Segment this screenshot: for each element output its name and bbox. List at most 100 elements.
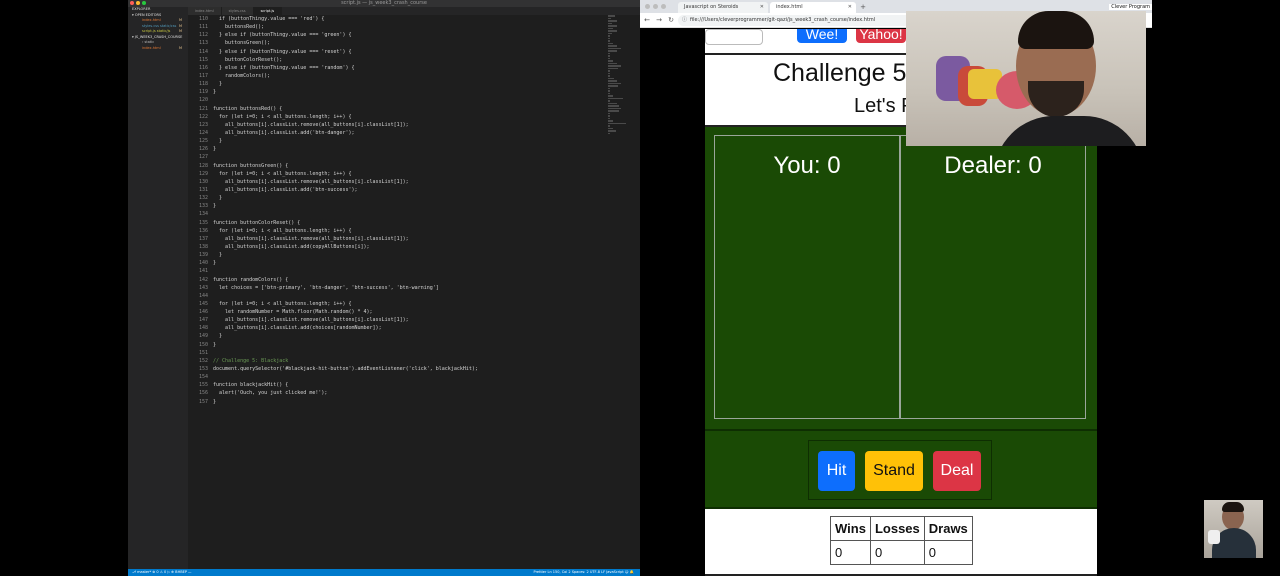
code-line[interactable]: function buttonColorReset() { (213, 219, 613, 227)
code-line[interactable] (213, 349, 613, 357)
code-text[interactable]: if (buttonThingy.value === 'red') { butt… (213, 15, 613, 406)
line-number: 121 (198, 105, 208, 112)
line-number: 118 (198, 81, 208, 88)
browser-minimize-button[interactable] (653, 4, 658, 9)
code-line[interactable]: } else if (buttonThingy.value === 'rando… (213, 64, 613, 72)
code-editor[interactable]: 110 111 112 113 114 115 116 117 118 119 120 121 122 1… (188, 15, 628, 569)
forward-button[interactable]: → (654, 15, 664, 26)
code-line[interactable]: } (213, 202, 613, 210)
code-line[interactable]: function blackjackHit() { (213, 381, 613, 389)
stand-button[interactable]: Stand (865, 451, 923, 491)
explorer-file-item[interactable]: index.html M (128, 46, 188, 52)
reload-button[interactable]: ↻ (666, 15, 676, 26)
status-bar-right[interactable]: Prettier Ln 150, Col 2 Spaces: 2 UTF-8 L… (534, 569, 634, 576)
line-number: 116 (198, 64, 208, 71)
dealer-score: Dealer: 0 (944, 152, 1042, 179)
hit-button[interactable]: Hit (818, 451, 855, 491)
code-line[interactable]: let randomNumber = Math.floor(Math.rando… (213, 308, 613, 316)
yahoo-button[interactable]: Yahoo! (856, 29, 906, 43)
outline-button-partial[interactable] (705, 29, 763, 45)
code-line[interactable]: all_buttons[i].classList.add(choices[ran… (213, 324, 613, 332)
line-number: 143 (198, 284, 208, 291)
code-line[interactable]: for (let i=0; i < all_buttons.length; i+… (213, 170, 613, 178)
code-line[interactable]: function buttonsRed() { (213, 105, 613, 113)
line-number: 133 (198, 203, 208, 210)
code-line[interactable]: buttonColorReset(); (213, 56, 613, 64)
code-line[interactable] (213, 267, 613, 275)
code-line[interactable]: randomColors(); (213, 72, 613, 80)
code-line[interactable]: } (213, 145, 613, 153)
code-line[interactable]: for (let i=0; i < all_buttons.length; i+… (213, 113, 613, 121)
close-tab-icon[interactable]: ✕ (848, 2, 852, 13)
back-button[interactable]: ← (642, 15, 652, 26)
code-line[interactable]: all_buttons[i].classList.remove(all_butt… (213, 316, 613, 324)
code-line[interactable]: } (213, 194, 613, 202)
code-line[interactable]: all_buttons[i].classList.remove(all_butt… (213, 235, 613, 243)
line-number: 124 (198, 129, 208, 136)
code-line[interactable]: all_buttons[i].classList.remove(all_butt… (213, 178, 613, 186)
line-number: 131 (198, 186, 208, 193)
code-line[interactable]: for (let i=0; i < all_buttons.length; i+… (213, 300, 613, 308)
minimap-line (608, 77, 614, 79)
code-line[interactable]: function buttonsGreen() { (213, 162, 613, 170)
line-number: 123 (198, 121, 208, 128)
code-line[interactable] (213, 373, 613, 381)
code-line[interactable]: } else if (buttonThingy.value === 'reset… (213, 48, 613, 56)
line-number: 144 (198, 292, 208, 299)
code-line[interactable]: } (213, 251, 613, 259)
browser-window-controls (645, 4, 666, 9)
code-line[interactable]: let choices = ['btn-primary', 'btn-dange… (213, 284, 613, 292)
code-line[interactable]: } (213, 88, 613, 96)
minimap-line (608, 72, 610, 74)
minimap-line (608, 60, 613, 62)
code-line[interactable]: all_buttons[i].classList.add(copyAllButt… (213, 243, 613, 251)
code-line[interactable]: if (buttonThingy.value === 'red') { (213, 15, 613, 23)
deal-button[interactable]: Deal (933, 451, 981, 491)
code-line[interactable]: } (213, 332, 613, 340)
person-shirt (994, 116, 1144, 146)
explorer-item-label: styles.css static/css (142, 23, 177, 28)
new-tab-button[interactable]: + (858, 3, 868, 12)
code-line[interactable] (213, 210, 613, 218)
losses-header: Losses (869, 516, 925, 541)
browser-close-button[interactable] (645, 4, 650, 9)
code-line[interactable] (213, 292, 613, 300)
code-line[interactable]: all_buttons[i].classList.remove(all_butt… (213, 121, 613, 129)
code-line[interactable]: function randomColors() { (213, 276, 613, 284)
browser-tab-javascript-on-steroids[interactable]: Javascript on Steroids ✕ (678, 2, 768, 13)
code-line[interactable]: } (213, 341, 613, 349)
code-line[interactable]: } (213, 80, 613, 88)
code-line[interactable]: } (213, 259, 613, 267)
code-line[interactable]: } (213, 137, 613, 145)
profile-label[interactable]: Clever Program (1109, 4, 1152, 10)
code-line[interactable]: alert('Ouch, you just clicked me!'); (213, 389, 613, 397)
code-line[interactable]: all_buttons[i].classList.add('btn-succes… (213, 186, 613, 194)
code-line[interactable] (213, 153, 613, 161)
site-info-icon[interactable]: ⓘ (682, 17, 687, 23)
explorer-item-label: ▾ JS_WEEK3_CRASH_COURSE (132, 34, 183, 39)
tab-script-js[interactable]: script.js (253, 7, 283, 15)
code-line[interactable]: all_buttons[i].classList.add('btn-danger… (213, 129, 613, 137)
close-tab-icon[interactable]: ✕ (760, 2, 764, 13)
picture-in-picture-webcam (1204, 500, 1263, 558)
tab-styles-css[interactable]: styles.css (221, 7, 254, 15)
browser-tab-index-html[interactable]: index.html ✕ (770, 2, 856, 13)
code-line[interactable]: buttonsGreen(); (213, 39, 613, 47)
code-line[interactable]: // Challenge 5: Blackjack (213, 357, 613, 365)
explorer-section-header[interactable]: ▾ JS_WEEK3_CRASH_COURSE (128, 35, 188, 41)
minimap[interactable] (608, 15, 626, 134)
minimap-line (608, 37, 610, 39)
code-line[interactable]: } (213, 398, 613, 406)
code-line[interactable]: for (let i=0; i < all_buttons.length; i+… (213, 227, 613, 235)
code-line[interactable] (213, 96, 613, 104)
code-line[interactable]: document.querySelector('#blackjack-hit-b… (213, 365, 613, 373)
minimap-line (608, 130, 616, 132)
code-line[interactable]: buttonsRed(); (213, 23, 613, 31)
minimap-line (608, 20, 618, 22)
status-bar-left[interactable]: ⎇ master* ⊗ 0 ⚠ 0 ▷ ⊕ BHBEP — (132, 569, 192, 576)
line-number: 114 (198, 48, 208, 55)
code-line[interactable]: } else if (buttonThingy.value === 'green… (213, 31, 613, 39)
browser-zoom-button[interactable] (661, 4, 666, 9)
wee-button[interactable]: Wee! (797, 29, 847, 43)
tab-index-html[interactable]: index.html (188, 7, 222, 15)
